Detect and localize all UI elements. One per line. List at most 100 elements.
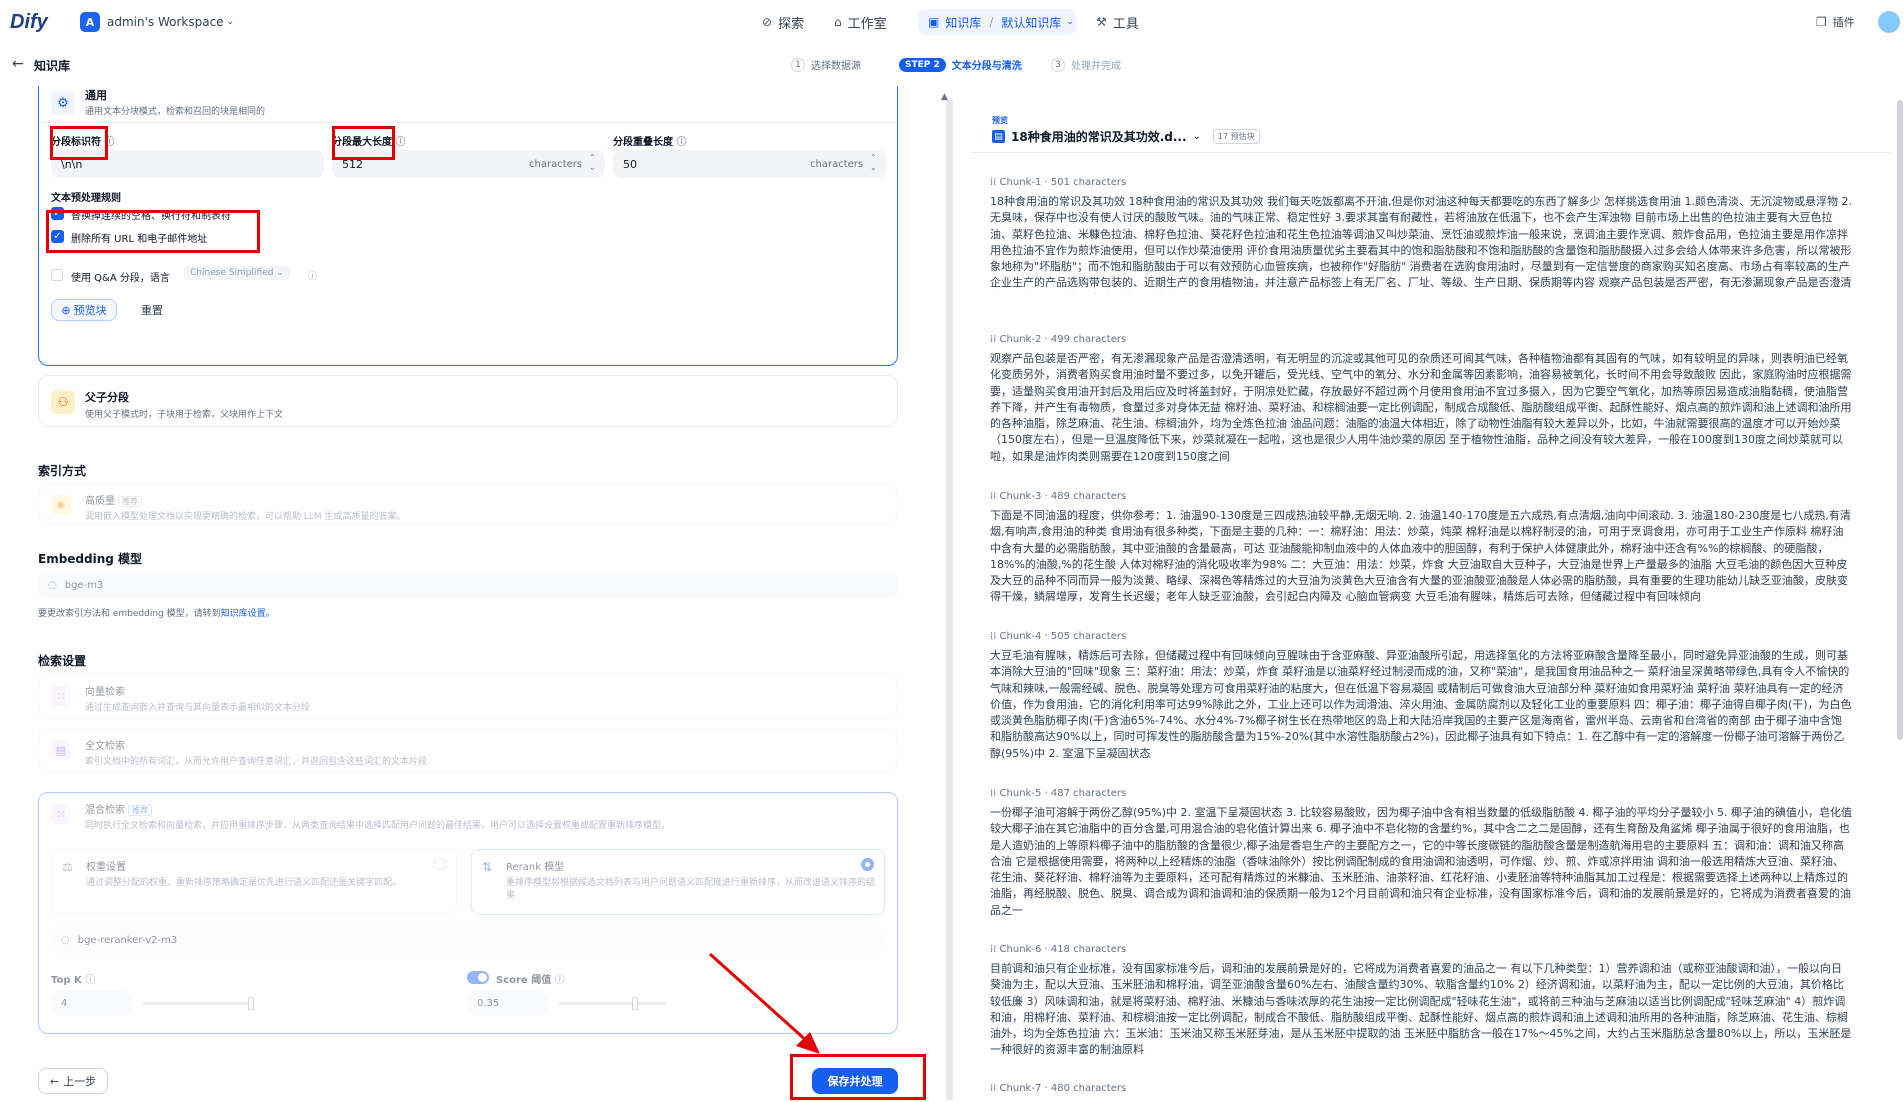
nav-explore[interactable]: ⊘ 探索 xyxy=(762,0,804,44)
chunk-text: 下面是不同油温的程度，供你参考：1. 油温90-130度是三四成热油较平静,无烟… xyxy=(990,509,1851,604)
hash-icon: ⁞⁞ xyxy=(990,788,997,799)
wrench-icon: ⚒ xyxy=(1096,15,1107,29)
kb-settings-link[interactable]: 知识库设置。 xyxy=(221,609,275,619)
vector-title: 向量检索 xyxy=(85,687,125,698)
step-1: 1 选择数据源 xyxy=(791,57,861,72)
preview-scrollbar[interactable] xyxy=(1897,100,1903,740)
score-slider-thumb[interactable] xyxy=(631,997,638,1010)
fulltext-desc: 索引文档中的所有词汇，从而允许用户查询任意词汇，并返回包含这些词汇的文本片段 xyxy=(85,757,428,767)
vector-desc: 通过生成查询嵌入并查询与其向量表示最相似的文本分段 xyxy=(85,703,311,713)
back-arrow-icon[interactable]: ← xyxy=(12,56,24,72)
max-length-unit: characters xyxy=(529,159,583,170)
parent-child-icon: ⚇ xyxy=(51,390,75,414)
nav-plugins-label: 插件 xyxy=(1832,16,1855,29)
hq-badge: 推荐 xyxy=(118,496,143,507)
topk-label: Top K ⓘ xyxy=(51,971,95,986)
preview-file-selector[interactable]: ▤ 18种食用油的常识及其功效.d... ⌄ 17 预估块 xyxy=(992,128,1260,145)
breadcrumb[interactable]: 知识库 xyxy=(34,57,70,74)
stepper-icon[interactable]: ⌃ ⌄ xyxy=(870,153,877,173)
topk-slider[interactable] xyxy=(143,997,254,1010)
panel-resizer[interactable] xyxy=(946,100,953,1100)
previous-step-label: 上一步 xyxy=(63,1075,97,1088)
fulltext-search-card[interactable]: ▤ 全文检索 索引文档中的所有词汇，从而允许用户查询任意词汇，并返回包含这些词汇… xyxy=(38,728,898,772)
chevron-down-icon: ⌄ xyxy=(1066,17,1074,27)
hybrid-badge: 推荐 xyxy=(128,805,153,816)
overlap-unit: characters xyxy=(810,159,864,170)
topk-slider-thumb[interactable] xyxy=(248,997,254,1010)
document-icon: ▤ xyxy=(51,740,71,760)
qa-checkbox[interactable] xyxy=(51,269,63,281)
dify-logo[interactable]: Dify xyxy=(10,11,64,34)
parent-child-desc: 使用父子模式时，子块用于检索，父块用作上下文 xyxy=(85,410,284,420)
nav-tools[interactable]: ⚒ 工具 xyxy=(1096,0,1139,44)
vector-search-card[interactable]: ⁙ 向量检索 通过生成查询嵌入并查询与其向量表示最相似的文本分段 xyxy=(38,674,898,718)
topk-input[interactable]: 4 xyxy=(51,991,131,1015)
score-toggle[interactable] xyxy=(467,971,489,984)
score-slider[interactable] xyxy=(559,997,667,1010)
save-and-process-button[interactable]: 保存并处理 xyxy=(812,1068,898,1094)
search-icon: ⊕ xyxy=(61,303,71,317)
weight-settings-card[interactable]: ⚖ 权重设置 通过调整分配的权重，重新排序策略确定是优先进行语义匹配还是关键字匹… xyxy=(51,849,457,915)
segment-settings-panel: ⚙ 通用 通用文本分块模式，检索和召回的块是相同的 分段标识符 ⓘ \n\n 分… xyxy=(0,86,936,1102)
weight-desc: 通过调整分配的权重，重新排序策略确定是优先进行语义匹配还是关键字匹配。 xyxy=(86,878,402,888)
score-value: 0.35 xyxy=(477,997,500,1009)
hash-icon: ⁞⁞ xyxy=(990,334,997,345)
nav-plugins[interactable]: ❒ 插件 xyxy=(1816,0,1855,44)
general-chunk-card[interactable]: ⚙ 通用 通用文本分块模式，检索和召回的块是相同的 分段标识符 ⓘ \n\n 分… xyxy=(38,86,898,366)
parent-child-card[interactable]: ⚇ 父子分段 使用父子模式时，子块用于检索，父块用作上下文 xyxy=(38,375,898,427)
preview-panel: 预览 ▤ 18种食用油的常识及其功效.d... ⌄ 17 预估块 ⁞⁞ Chun… xyxy=(970,98,1892,1102)
separator-input[interactable]: \n\n xyxy=(51,150,324,178)
weight-radio[interactable] xyxy=(434,858,446,870)
chunk-text: 大豆毛油有腥味，精炼后可去除，但储藏过程中有回味倾向豆腥味由于含亚麻酸、异亚油酸… xyxy=(990,649,1852,760)
chunk-title: Chunk-2 · 499 characters xyxy=(999,334,1127,345)
nav-studio-label: 工作室 xyxy=(847,16,887,32)
chunk-title: Chunk-4 · 505 characters xyxy=(999,631,1127,642)
chevron-down-icon: ⌄ xyxy=(226,17,235,27)
score-input[interactable]: 0.35 xyxy=(467,991,547,1015)
hash-icon: ⁞⁞ xyxy=(990,177,997,188)
overlap-label: 分段重叠长度 ⓘ xyxy=(613,133,686,148)
high-quality-card[interactable]: ✺ 高质量 推荐 调用嵌入模型处理文档以实现更精确的检索，可以帮助 LLM 生成… xyxy=(38,484,898,524)
score-toggle-knob xyxy=(478,973,487,982)
chunk-text: 18种食用油的常识及其功效 18种食用油的常识及其功效 我们每天吃饭都离不开油,… xyxy=(990,195,1852,294)
info-icon: ⓘ xyxy=(554,975,565,986)
hash-icon: ⁞⁞ xyxy=(990,1083,997,1094)
step-2-badge: STEP 2 xyxy=(899,57,946,72)
rerank-icon: ⇅ xyxy=(482,860,493,874)
retrieval-section-title: 检索设置 xyxy=(38,654,87,668)
preview-filename: 18种食用油的常识及其功效.d... xyxy=(1011,130,1187,144)
rule2-checkbox[interactable]: ✓ xyxy=(51,230,64,243)
arrow-left-icon: ← xyxy=(49,1074,60,1088)
stepper-icon[interactable]: ⌃ ⌄ xyxy=(589,153,596,173)
sun-icon: ✺ xyxy=(51,495,71,515)
workspace-switcher[interactable]: A admin's Workspace ⌄ xyxy=(80,12,234,32)
weight-title: 权重设置 xyxy=(86,862,126,873)
hybrid-title: 混合检索 推荐 xyxy=(85,801,153,816)
rule1-checkbox[interactable]: ✓ xyxy=(51,207,64,220)
info-icon: ⓘ xyxy=(104,137,115,148)
chunk-header: ⁞⁞ Chunk-3 · 489 characters xyxy=(990,491,1126,502)
embedding-model-select[interactable]: ◌ bge-m3 xyxy=(38,572,898,598)
rule1-label: 替换掉连续的空格、换行符和制表符 xyxy=(71,211,231,222)
preview-chunk-button[interactable]: ⊕ 预览块 xyxy=(51,299,117,321)
rerank-radio[interactable] xyxy=(861,858,874,871)
fulltext-title: 全文检索 xyxy=(85,741,125,752)
chunk-text: 目前调和油只有企业标准，没有国家标准今后，调和油的发展前景是好的，它将成为消费者… xyxy=(990,962,1852,1057)
nav-studio[interactable]: ⌂ 工作室 xyxy=(834,0,887,44)
qa-language-select[interactable]: Chinese Simplified ⌄ xyxy=(184,266,290,280)
user-avatar[interactable] xyxy=(1878,11,1900,33)
chunk-title: Chunk-7 · 480 characters xyxy=(999,1083,1127,1094)
chevron-down-icon: ⌄ xyxy=(1192,131,1201,142)
hybrid-desc: 同时执行全文检索和向量检索，并应用重排序步骤，从两类查询结果中选择匹配用户问题的… xyxy=(85,821,671,831)
reset-button[interactable]: 重置 xyxy=(127,299,177,321)
workspace-avatar: A xyxy=(80,12,100,32)
rerank-model-card[interactable]: ⇅ Rerank 模型 重排序模型将根据候选文档列表与用户问题语义匹配度进行重新… xyxy=(471,849,885,915)
grid-icon: ⁙ xyxy=(51,804,71,824)
previous-step-button[interactable]: ← 上一步 xyxy=(38,1068,108,1094)
cube-icon: ❒ xyxy=(1816,15,1827,29)
scroll-up-icon[interactable]: ▲ xyxy=(941,92,948,102)
qa-language-value: Chinese Simplified xyxy=(190,268,274,278)
max-length-value: 512 xyxy=(342,157,363,171)
nav-knowledge[interactable]: ▣ 知识库 / 默认知识库 ⌄ xyxy=(918,9,1076,35)
current-kb-selector[interactable]: 默认知识库 xyxy=(1001,14,1061,31)
